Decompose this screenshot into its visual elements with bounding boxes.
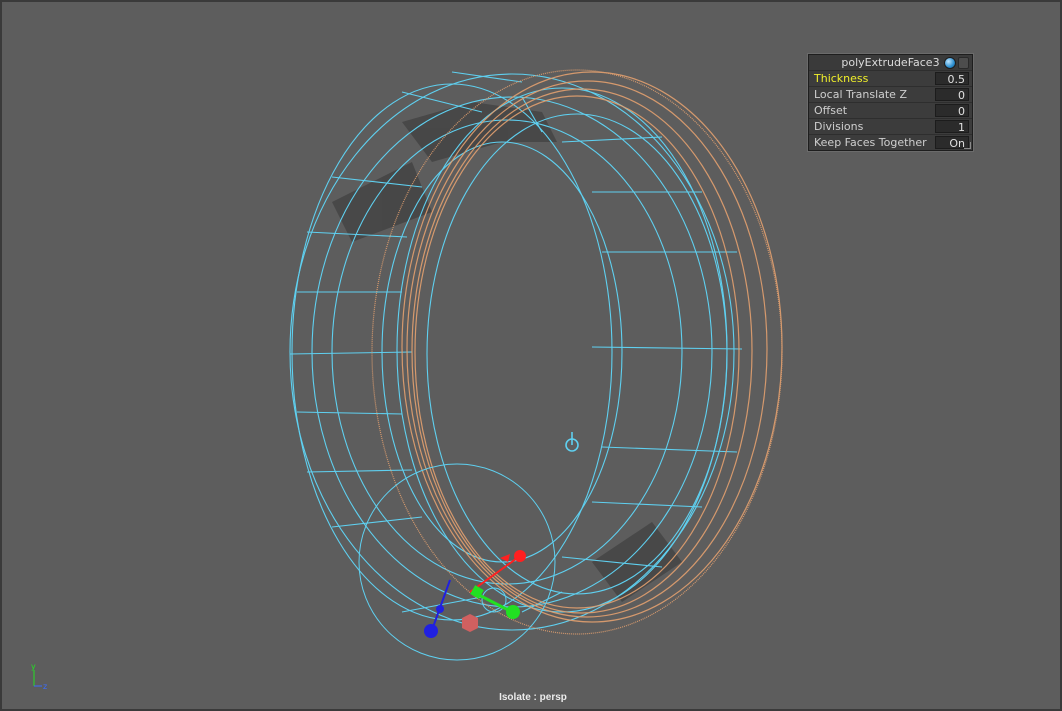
hud-pin-icon[interactable] <box>958 57 969 69</box>
polyextrude-hud-panel[interactable]: polyExtrudeFace3 Thickness 0.5 Local Tra… <box>808 54 973 151</box>
axis-indicator: y z <box>28 662 52 692</box>
manipulator-ring[interactable] <box>358 463 556 661</box>
hud-label-local-translate-z: Local Translate Z <box>814 88 907 101</box>
hud-row-offset[interactable]: Offset 0 <box>809 102 972 118</box>
hud-value-thickness[interactable]: 0.5 <box>935 72 969 86</box>
x-axis-handle[interactable] <box>514 550 526 562</box>
hud-row-keep-faces-together[interactable]: Keep Faces Together On <box>809 134 972 150</box>
perspective-viewport[interactable]: polyExtrudeFace3 Thickness 0.5 Local Tra… <box>0 0 1062 711</box>
hud-label-keep-faces-together: Keep Faces Together <box>814 136 927 149</box>
hud-label-divisions: Divisions <box>814 120 864 133</box>
camera-label: Isolate : persp <box>499 692 567 703</box>
hud-row-local-translate-z[interactable]: Local Translate Z 0 <box>809 86 972 102</box>
hud-title: polyExtrudeFace3 <box>841 56 940 69</box>
hud-row-divisions[interactable]: Divisions 1 <box>809 118 972 134</box>
hud-value-divisions[interactable]: 1 <box>935 120 969 134</box>
hud-label-thickness: Thickness <box>814 72 869 85</box>
hud-label-offset: Offset <box>814 104 848 117</box>
hud-resize-handle[interactable] <box>964 142 971 149</box>
hud-value-local-translate-z[interactable]: 0 <box>935 88 969 102</box>
hud-sphere-icon[interactable] <box>944 57 956 69</box>
axis-y-label: y <box>31 662 36 671</box>
pivot-icon[interactable] <box>565 432 579 452</box>
z-axis-handle[interactable] <box>424 624 438 638</box>
hud-value-offset[interactable]: 0 <box>935 104 969 118</box>
hud-title-bar: polyExtrudeFace3 <box>809 55 972 70</box>
hud-row-thickness[interactable]: Thickness 0.5 <box>809 70 972 86</box>
ring-wireframe <box>289 71 743 631</box>
y-axis-handle[interactable] <box>506 605 520 619</box>
axis-z-label: z <box>43 682 47 691</box>
